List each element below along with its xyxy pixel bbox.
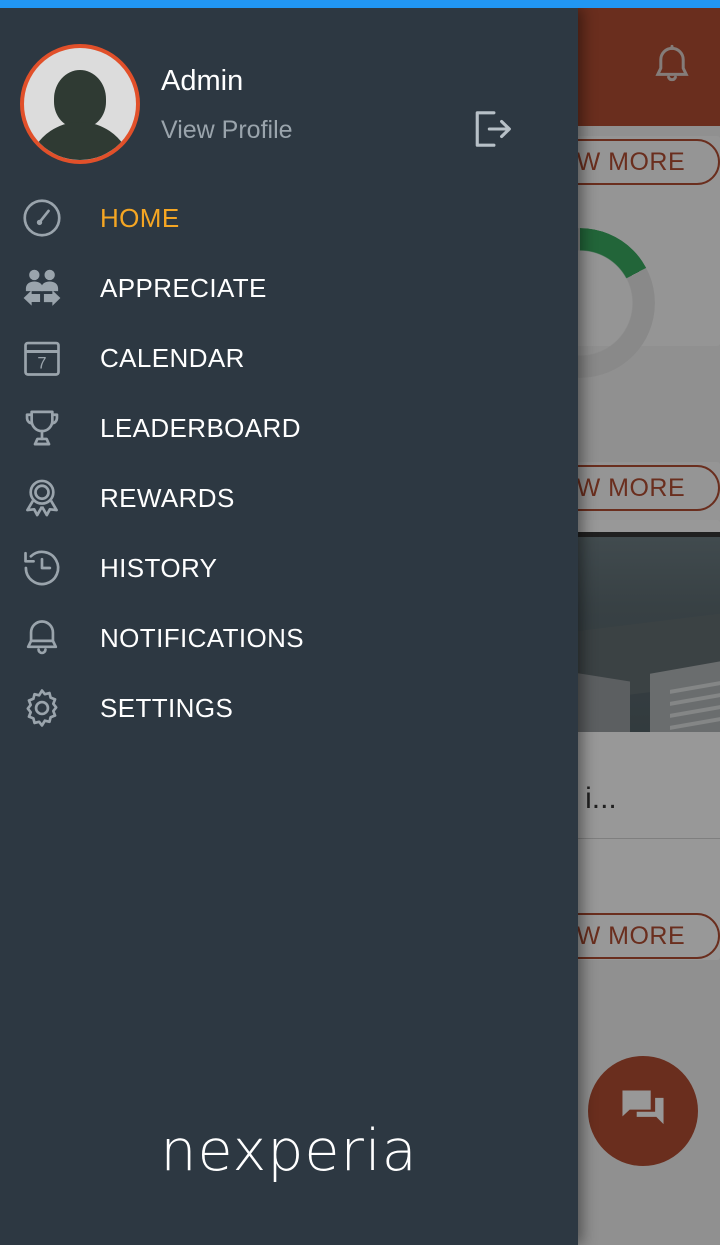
drawer-profile-header[interactable]: Admin View Profile <box>0 8 578 183</box>
menu-item-leaderboard[interactable]: LEADERBOARD <box>0 393 578 463</box>
award-medal-icon <box>14 470 70 526</box>
logout-icon[interactable] <box>463 101 519 157</box>
history-clock-icon <box>14 540 70 596</box>
menu-item-notifications[interactable]: NOTIFICATIONS <box>0 603 578 673</box>
svg-text:7: 7 <box>37 354 46 372</box>
bell-icon <box>14 610 70 666</box>
brand-logo: nexperia <box>0 1085 578 1245</box>
menu-item-home[interactable]: HOME <box>0 183 578 253</box>
dashboard-gauge-icon <box>14 190 70 246</box>
profile-name: Admin <box>161 65 244 97</box>
people-exchange-icon <box>14 260 70 316</box>
status-bar <box>0 0 720 8</box>
menu-item-calendar[interactable]: 7 CALENDAR <box>0 323 578 393</box>
navigation-drawer: Admin View Profile HOME APPRECIATE 7 CAL… <box>0 8 578 1245</box>
menu-item-label: SETTINGS <box>100 692 234 723</box>
menu-item-label: LEADERBOARD <box>100 412 301 443</box>
trophy-icon <box>14 400 70 456</box>
brand-name: nexperia <box>160 1118 418 1184</box>
app-screen: ng plant i... VIEW MORE VIEW MORE VIEW M… <box>0 0 720 1245</box>
menu-item-label: REWARDS <box>100 482 235 513</box>
menu-item-label: HISTORY <box>100 552 218 583</box>
menu-item-label: NOTIFICATIONS <box>100 622 305 653</box>
drawer-menu: HOME APPRECIATE 7 CALENDAR LEADERBOARD R… <box>0 183 578 1085</box>
gear-icon <box>14 680 70 736</box>
menu-item-history[interactable]: HISTORY <box>0 533 578 603</box>
menu-item-rewards[interactable]: REWARDS <box>0 463 578 533</box>
avatar[interactable] <box>20 44 140 164</box>
menu-item-label: CALENDAR <box>100 342 245 373</box>
menu-item-label: HOME <box>100 202 180 233</box>
calendar-icon: 7 <box>14 330 70 386</box>
menu-item-label: APPRECIATE <box>100 272 267 303</box>
menu-item-appreciate[interactable]: APPRECIATE <box>0 253 578 323</box>
menu-item-settings[interactable]: SETTINGS <box>0 673 578 743</box>
view-profile-link[interactable]: View Profile <box>161 116 293 145</box>
